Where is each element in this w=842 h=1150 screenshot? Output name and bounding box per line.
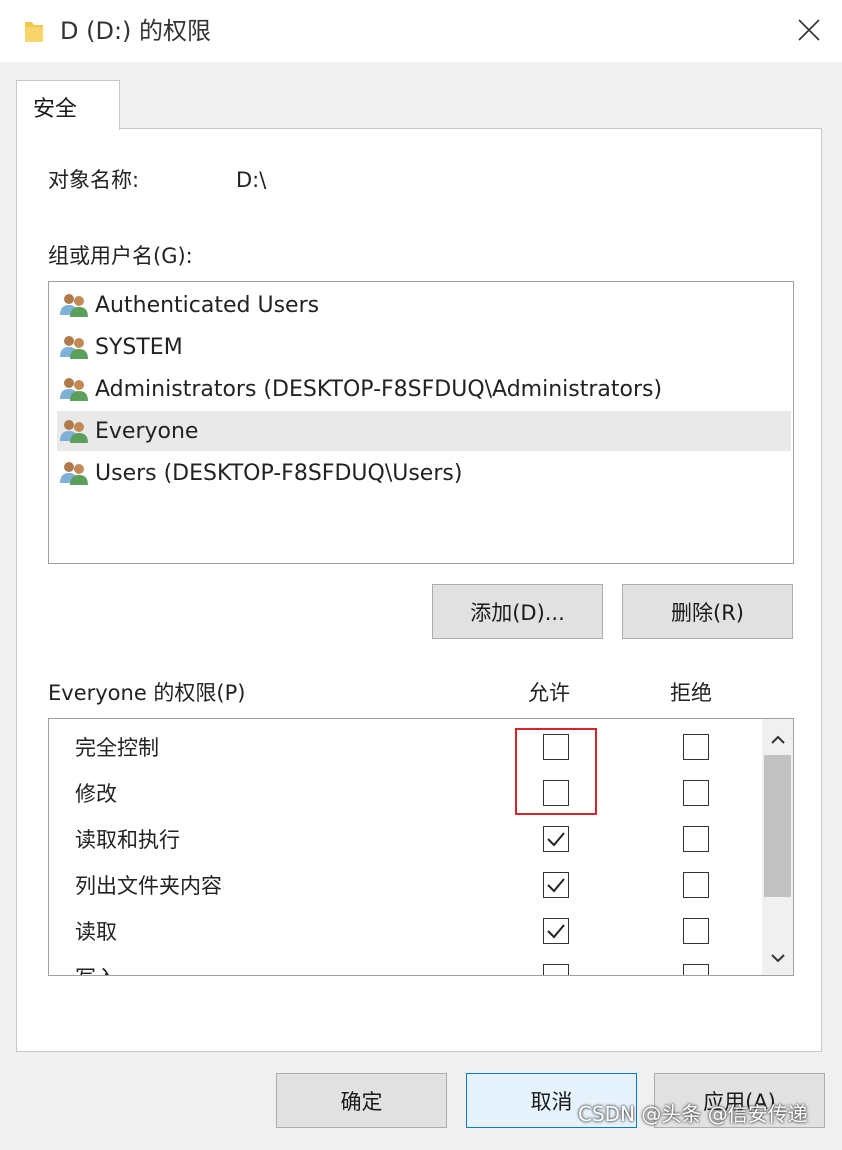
user-name: Everyone	[95, 418, 199, 444]
object-name-value: D:\	[236, 168, 267, 192]
permission-name: 列出文件夹内容	[75, 874, 222, 898]
deny-checkbox[interactable]	[683, 964, 709, 975]
permission-row: 完全控制	[49, 725, 761, 771]
allow-checkbox[interactable]	[543, 826, 569, 852]
permission-row: 列出文件夹内容	[49, 863, 761, 909]
user-name: Authenticated Users	[95, 292, 320, 318]
user-group-icon	[60, 294, 88, 317]
folder-icon	[25, 22, 43, 42]
allow-checkbox[interactable]	[543, 734, 569, 760]
permission-row: 写入	[49, 955, 761, 975]
scroll-up-button[interactable]	[762, 723, 793, 757]
close-icon	[798, 19, 820, 41]
user-name: Users (DESKTOP-F8SFDUQ\Users)	[95, 460, 463, 486]
user-group-icon	[60, 420, 88, 443]
permission-name: 写入	[75, 964, 117, 975]
deny-header: 拒绝	[670, 681, 712, 705]
checkmark-icon	[547, 878, 565, 893]
user-group-icon	[60, 462, 88, 485]
vertical-scrollbar[interactable]	[762, 719, 793, 975]
deny-checkbox[interactable]	[683, 780, 709, 806]
list-item-selected[interactable]: Everyone	[57, 411, 791, 451]
allow-checkbox[interactable]	[543, 872, 569, 898]
permission-name: 读取和执行	[75, 828, 180, 852]
allow-checkbox[interactable]	[543, 918, 569, 944]
permissions-list: 完全控制 修改 读取和执行 列出文件夹内容 读取 写入	[48, 718, 794, 976]
checkmark-icon	[547, 832, 565, 847]
deny-checkbox[interactable]	[683, 734, 709, 760]
add-button[interactable]: 添加(D)...	[432, 584, 603, 639]
close-button[interactable]	[786, 10, 832, 50]
title-bar: D (D:) 的权限	[0, 0, 842, 62]
users-label: 组或用户名(G):	[48, 244, 193, 268]
permission-name: 完全控制	[75, 736, 159, 760]
permission-name: 读取	[75, 920, 117, 944]
ok-button[interactable]: 确定	[276, 1073, 447, 1128]
checkmark-icon	[547, 924, 565, 939]
remove-button[interactable]: 删除(R)	[622, 584, 793, 639]
permission-row: 读取	[49, 909, 761, 955]
user-group-icon	[60, 336, 88, 359]
chevron-up-icon	[770, 735, 785, 744]
window-title: D (D:) 的权限	[60, 17, 212, 45]
list-item[interactable]: SYSTEM	[57, 327, 791, 367]
user-group-icon	[60, 378, 88, 401]
allow-checkbox[interactable]	[543, 780, 569, 806]
allow-checkbox[interactable]	[543, 964, 569, 975]
deny-checkbox[interactable]	[683, 826, 709, 852]
users-list[interactable]: Authenticated Users SYSTEM Administrator…	[48, 281, 794, 564]
scroll-thumb[interactable]	[764, 755, 791, 897]
object-name-label: 对象名称:	[48, 168, 140, 192]
user-name: SYSTEM	[95, 334, 183, 360]
user-name: Administrators (DESKTOP-F8SFDUQ\Administ…	[95, 376, 663, 402]
permission-row: 修改	[49, 771, 761, 817]
allow-header: 允许	[528, 681, 570, 705]
list-item[interactable]: Users (DESKTOP-F8SFDUQ\Users)	[57, 453, 791, 493]
list-item[interactable]: Authenticated Users	[57, 285, 791, 325]
chevron-down-icon	[770, 954, 785, 963]
watermark: CSDN @头条 @信安传递	[578, 1102, 808, 1126]
permissions-label: Everyone 的权限(P)	[48, 681, 246, 705]
permission-name: 修改	[75, 782, 117, 806]
list-item[interactable]: Administrators (DESKTOP-F8SFDUQ\Administ…	[57, 369, 791, 409]
deny-checkbox[interactable]	[683, 918, 709, 944]
tab-security[interactable]: 安全	[16, 80, 120, 130]
permission-row: 读取和执行	[49, 817, 761, 863]
deny-checkbox[interactable]	[683, 872, 709, 898]
scroll-down-button[interactable]	[762, 941, 793, 975]
